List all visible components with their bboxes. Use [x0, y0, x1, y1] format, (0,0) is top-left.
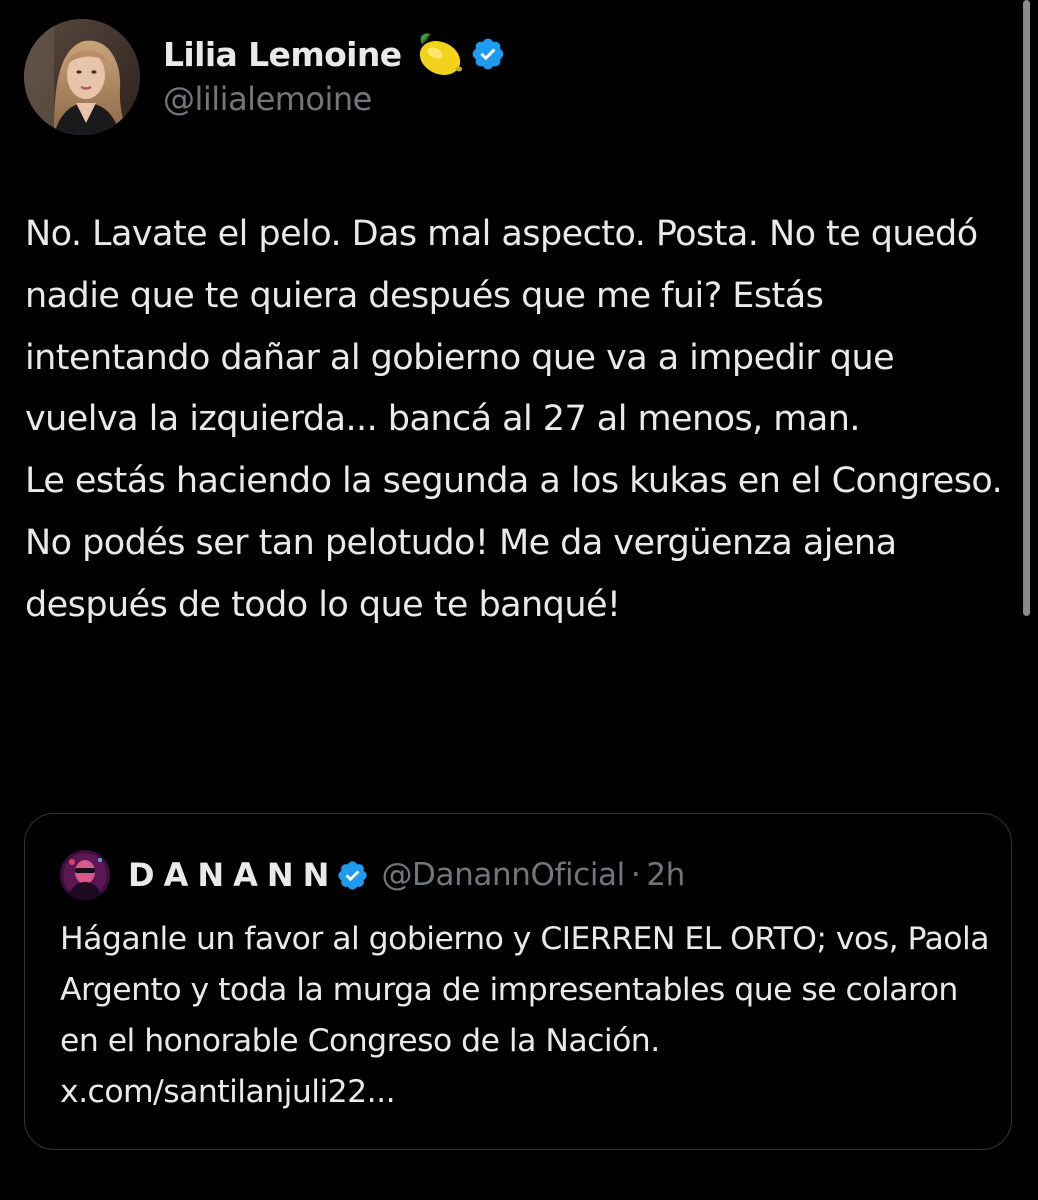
quoted-author-avatar[interactable]	[60, 850, 110, 900]
author-name-row: Lilia Lemoine	[163, 30, 506, 78]
separator-dot: ·	[630, 857, 641, 893]
scrollbar-thumb[interactable]	[1023, 0, 1030, 616]
author-photo-icon	[24, 19, 140, 135]
author-name[interactable]: Lilia Lemoine	[163, 35, 402, 74]
author-handle[interactable]: @lilialemoine	[163, 80, 372, 118]
lemon-emoji-icon	[412, 30, 464, 78]
verified-badge-icon[interactable]	[470, 36, 506, 72]
quoted-author-photo-icon	[60, 850, 110, 900]
quoted-tweet-text: Háganle un favor al gobierno y CIERREN E…	[60, 914, 1000, 1118]
tweet: Lilia Lemoine @lilialemoine No. Lavate e…	[0, 0, 1038, 1200]
quoted-tweet-link[interactable]: x.com/santilanjuli22...	[60, 1074, 396, 1110]
quoted-tweet-header: DANANN @DanannOficial · 2h	[128, 852, 685, 898]
quoted-author-name[interactable]: DANANN	[128, 856, 338, 894]
quoted-tweet-body: Háganle un favor al gobierno y CIERREN E…	[60, 921, 990, 1059]
quoted-tweet[interactable]: DANANN @DanannOficial · 2h Háganle un fa…	[24, 813, 1012, 1150]
author-avatar[interactable]	[24, 19, 140, 135]
quoted-tweet-time[interactable]: 2h	[646, 857, 685, 893]
tweet-text: No. Lavate el pelo. Das mal aspecto. Pos…	[25, 214, 1003, 625]
quoted-author-handle[interactable]: @DanannOficial	[381, 857, 625, 893]
quoted-verified-badge-icon	[336, 859, 369, 892]
